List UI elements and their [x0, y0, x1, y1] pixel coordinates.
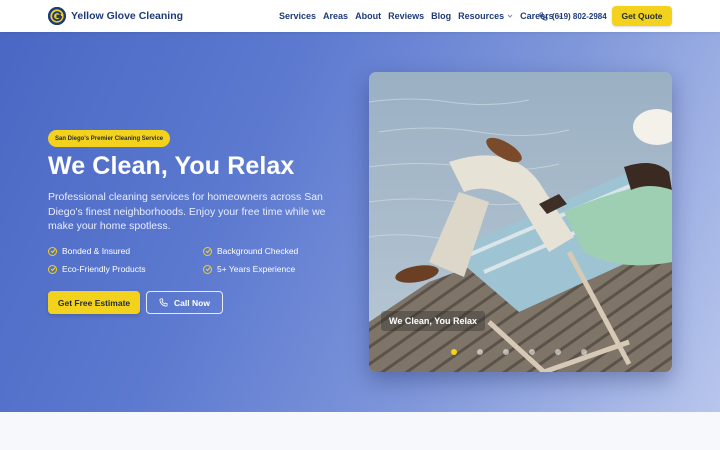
header-phone-link[interactable]: (619) 802-2984 [539, 0, 607, 32]
nav-blog[interactable]: Blog [431, 11, 451, 21]
nav-label: Resources [458, 11, 505, 21]
brand-logo[interactable]: Yellow Glove Cleaning [48, 7, 183, 25]
nav-label: Areas [323, 11, 349, 21]
phone-icon [159, 298, 168, 307]
call-now-label: Call Now [174, 297, 210, 308]
check-circle-icon [48, 264, 57, 274]
hero-badge: San Diego's Premier Cleaning Service [48, 130, 171, 147]
carousel-dot[interactable] [555, 349, 561, 355]
carousel-dot[interactable] [503, 349, 509, 355]
get-quote-button[interactable]: Get Quote [612, 6, 672, 26]
feature-label: Bonded & Insured [62, 246, 131, 256]
nav-services[interactable]: Services [279, 11, 316, 21]
nav-label: Reviews [388, 11, 425, 21]
hero-subtitle: Professional cleaning services for homeo… [48, 191, 326, 232]
feature-experience: 5+ Years Experience [203, 264, 295, 274]
feature-label: Eco-Friendly Products [62, 264, 146, 274]
carousel-dot[interactable] [451, 349, 457, 355]
carousel-dot[interactable] [529, 349, 535, 355]
feature-label: Background Checked [217, 246, 299, 256]
carousel-dot[interactable] [581, 349, 587, 355]
logo-g-icon [48, 7, 66, 25]
hero-section: San Diego's Premier Cleaning Service We … [0, 32, 720, 412]
feature-bonded: Bonded & Insured [48, 246, 130, 256]
carousel-indicators [451, 349, 587, 355]
nav-areas[interactable]: Areas [323, 11, 348, 21]
feature-background-checked: Background Checked [203, 246, 298, 256]
call-now-button[interactable]: Call Now [146, 291, 223, 314]
check-circle-icon [203, 264, 212, 274]
main-nav: Services Areas About Reviews Blog Resour… [279, 0, 570, 32]
nav-about[interactable]: About [355, 11, 381, 21]
nav-label: Services [279, 11, 317, 21]
hero-title: We Clean, You Relax [48, 152, 295, 180]
phone-number: (619) 802-2984 [552, 11, 607, 21]
nav-label: Blog [431, 11, 452, 21]
phone-icon [539, 11, 548, 21]
check-circle-icon [48, 246, 57, 256]
nav-label: About [355, 11, 382, 21]
chevron-down-icon [507, 14, 513, 18]
brand-name: Yellow Glove Cleaning [71, 10, 184, 22]
check-circle-icon [203, 246, 212, 256]
nav-reviews[interactable]: Reviews [388, 11, 424, 21]
slide-caption: We Clean, You Relax [381, 311, 486, 331]
get-free-estimate-button[interactable]: Get Free Estimate [48, 291, 140, 314]
carousel-dot[interactable] [477, 349, 483, 355]
feature-label: 5+ Years Experience [217, 264, 296, 274]
feature-eco-friendly: Eco-Friendly Products [48, 264, 146, 274]
nav-resources[interactable]: Resources [458, 11, 513, 21]
site-header: Yellow Glove Cleaning Services Areas Abo… [0, 0, 720, 32]
next-section-background [0, 412, 720, 450]
hero-image-carousel[interactable]: We Clean, You Relax [369, 72, 672, 372]
